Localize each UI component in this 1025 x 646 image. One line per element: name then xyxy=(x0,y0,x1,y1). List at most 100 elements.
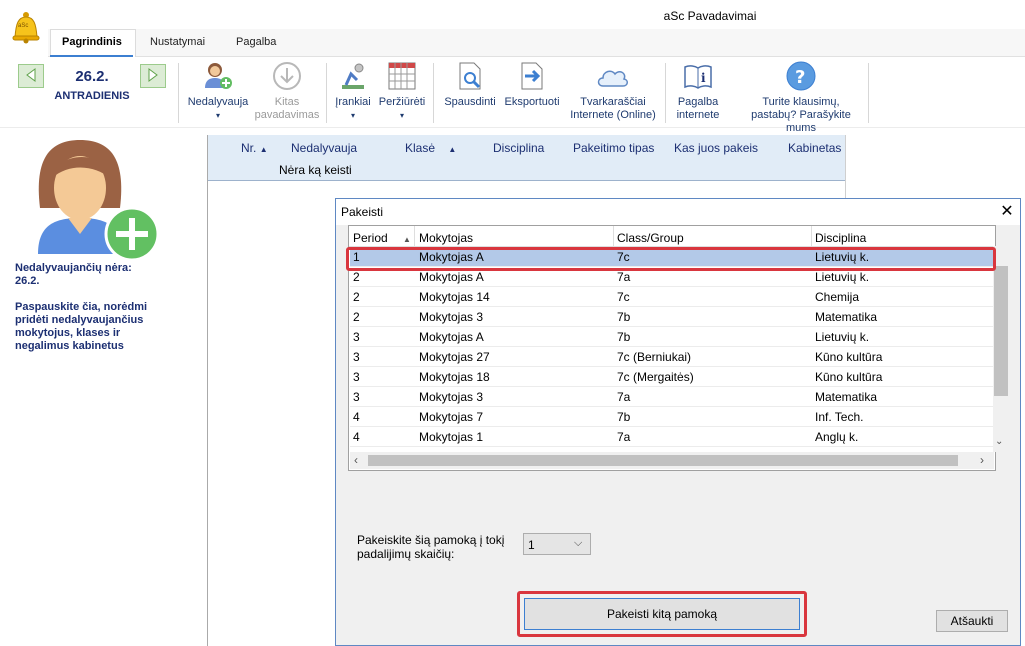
table-row[interactable]: 3 Mokytojas 27 7c (Berniukai) Kūno kultūra xyxy=(350,347,994,367)
online-label-line1: Tvarkaraščiai xyxy=(580,96,646,108)
grid-col-nr-label: Nr. xyxy=(241,141,257,155)
table-row[interactable]: 4 Mokytojas 7 7b Inf. Tech. xyxy=(350,407,994,427)
absent-button[interactable]: Nedalyvauja ▾ xyxy=(185,60,251,122)
table-row[interactable]: 3 Mokytojas 3 7a Matematika xyxy=(350,387,994,407)
app-title: aSc Pavadavimai xyxy=(0,9,1025,23)
cell-teacher: Mokytojas 3 xyxy=(419,310,484,324)
cell-subject: Matematika xyxy=(815,390,878,404)
app-title-text: aSc Pavadavimai xyxy=(663,9,757,23)
cell-period: 3 xyxy=(353,330,360,344)
cell-class: 7b xyxy=(617,330,631,344)
horizontal-scroll-thumb[interactable] xyxy=(368,455,958,466)
cell-class: 7b xyxy=(617,310,631,324)
export-button[interactable]: Eksportuoti xyxy=(500,60,564,109)
cell-class: 7b xyxy=(617,410,631,424)
tools-button[interactable]: Įrankiai ▾ xyxy=(332,60,374,122)
view-label: Peržiūrėti xyxy=(378,96,426,108)
ribbon-separator xyxy=(868,63,869,123)
scroll-right-icon[interactable]: › xyxy=(980,453,984,467)
table-row[interactable]: 2 Mokytojas 14 7c Chemija xyxy=(350,287,994,307)
column-divider xyxy=(613,226,614,246)
grid-col-absent[interactable]: Nedalyvauja xyxy=(291,141,357,155)
add-absent-hint[interactable]: Paspauskite čia, norėdmi pridėti nedalyv… xyxy=(15,301,155,353)
vertical-scrollbar[interactable]: ⌄ xyxy=(993,246,1009,452)
split-label: Pakeiskite šią pamoką į tokį padalijimų … xyxy=(357,533,504,561)
feedback-label-line2: pastabų? Parašykite mums xyxy=(751,109,851,134)
horizontal-scrollbar[interactable]: ‹ › xyxy=(350,452,994,469)
cell-subject: Kūno kultūra xyxy=(815,370,883,384)
vertical-scroll-thumb[interactable] xyxy=(994,266,1008,396)
cell-period: 2 xyxy=(353,270,360,284)
scroll-down-icon[interactable]: ⌄ xyxy=(995,436,1003,447)
split-count-select[interactable]: 1 ⌵ xyxy=(523,533,591,555)
arrow-down-circle-icon xyxy=(273,62,301,90)
cell-period: 4 xyxy=(353,430,360,444)
list-col-class[interactable]: Class/Group xyxy=(617,229,684,247)
grid-col-class[interactable]: Klasė ▲ xyxy=(405,141,456,155)
cell-class: 7c xyxy=(617,290,630,304)
replace-other-lesson-button[interactable]: Pakeisti kitą pamoką xyxy=(524,598,800,630)
tab-pagalba[interactable]: Pagalba xyxy=(236,36,276,48)
close-icon[interactable]: ✕ xyxy=(998,203,1016,221)
scroll-left-icon[interactable]: ‹ xyxy=(354,453,358,467)
tools-icon xyxy=(342,63,364,89)
no-absent-text: Nedalyvaujančių nėra: xyxy=(15,262,132,274)
cell-period: 3 xyxy=(353,390,360,404)
online-timetables-button[interactable]: Tvarkaraščiai Internete (Online) xyxy=(564,60,662,122)
table-row[interactable]: 3 Mokytojas 18 7c (Mergaitės) Kūno kultūra xyxy=(350,367,994,387)
ribbon-separator xyxy=(178,63,179,123)
table-row[interactable]: 4 Mokytojas 1 7a Anglų k. xyxy=(350,427,994,447)
table-row[interactable]: 2 Mokytojas 3 7b Matematika xyxy=(350,307,994,327)
dialog-title-bar xyxy=(336,199,1020,225)
list-col-period-label: Period xyxy=(353,231,388,245)
previous-day-button[interactable] xyxy=(18,64,44,88)
cell-period: 2 xyxy=(353,290,360,304)
help-book-icon: i xyxy=(684,65,712,89)
tab-nustatymai[interactable]: Nustatymai xyxy=(150,36,205,48)
list-col-subject[interactable]: Disciplina xyxy=(815,229,866,247)
dropdown-caret-icon: ▾ xyxy=(350,111,355,120)
grid-col-subject[interactable]: Disciplina xyxy=(493,141,544,155)
grid-col-substitute[interactable]: Kas juos pakeis xyxy=(674,141,758,155)
other-substitution-button[interactable]: Kitas pavadavimas xyxy=(252,60,322,122)
next-day-button[interactable] xyxy=(140,64,166,88)
cell-period: 3 xyxy=(353,370,360,384)
online-help-button[interactable]: i Pagalba internete xyxy=(670,60,726,122)
cell-teacher: Mokytojas A xyxy=(419,330,484,344)
list-col-teacher[interactable]: Mokytojas xyxy=(419,229,473,247)
other-label-line2: pavadavimas xyxy=(254,109,320,121)
date-day: 26.2. xyxy=(75,68,109,85)
cell-subject: Kūno kultūra xyxy=(815,350,883,364)
svg-text:i: i xyxy=(701,71,706,85)
logo-text: aSc xyxy=(18,23,29,29)
cancel-button[interactable]: Atšaukti xyxy=(936,610,1008,632)
split-label-line1: Pakeiskite šią pamoką į tokį xyxy=(357,533,505,547)
table-row[interactable]: 3 Mokytojas A 7b Lietuvių k. xyxy=(350,327,994,347)
dropdown-caret-icon: ▾ xyxy=(399,111,404,120)
column-divider xyxy=(414,226,415,246)
cell-teacher: Mokytojas 1 xyxy=(419,430,484,444)
print-button[interactable]: Spausdinti xyxy=(440,60,500,109)
tab-pagrindinis[interactable]: Pagrindinis xyxy=(62,36,122,48)
cell-period: 4 xyxy=(353,410,360,424)
grid-col-class-label: Klasė xyxy=(405,141,436,155)
svg-text:?: ? xyxy=(795,67,805,88)
person-add-icon xyxy=(38,140,160,262)
timetable-grid-icon xyxy=(388,62,416,90)
grid-col-change-type[interactable]: Pakeitimo tipas xyxy=(573,141,654,155)
other-label-line1: Kitas xyxy=(274,96,300,108)
add-absence-avatar[interactable] xyxy=(30,138,164,265)
cell-subject: Matematika xyxy=(815,310,878,324)
cell-teacher: Mokytojas 3 xyxy=(419,390,484,404)
grid-empty-text: Nėra ką keisti xyxy=(279,163,352,177)
dropdown-caret-icon: ▾ xyxy=(215,111,220,120)
grid-col-nr[interactable]: Nr. ▲ xyxy=(241,141,268,155)
feedback-button[interactable]: ? Turite klausimų, pastabų? Parašykite m… xyxy=(736,60,866,135)
online-help-label-line1: Pagalba xyxy=(677,96,719,108)
view-button[interactable]: Peržiūrėti ▾ xyxy=(376,60,428,122)
sort-asc-icon: ▲ xyxy=(403,235,411,244)
export-icon xyxy=(521,62,543,90)
grid-col-room[interactable]: Kabinetas xyxy=(788,141,841,155)
list-col-period[interactable]: Period ▲ xyxy=(353,229,411,247)
ribbon-separator xyxy=(665,63,666,123)
